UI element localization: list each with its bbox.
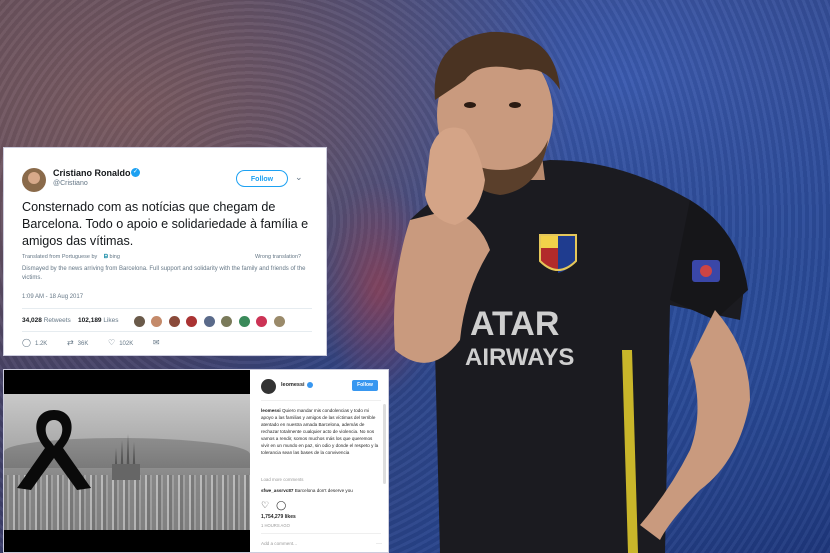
comment-username[interactable]: sfwe_assrvc87 (261, 488, 293, 493)
liker-avatars (134, 314, 287, 327)
tweet-timestamp[interactable]: 1:09 AM - 18 Aug 2017 (22, 294, 83, 300)
wrong-translation-link[interactable]: Wrong translation? (255, 254, 301, 260)
retweet-count: 36K (77, 341, 89, 347)
bing-logo-icon: ᗷ (104, 254, 108, 260)
sagrada-familia-icon (112, 434, 140, 480)
translated-from-label: Translated from Portuguese by (22, 254, 98, 260)
heart-icon[interactable]: ♡ (261, 500, 269, 510)
avatar[interactable] (151, 316, 163, 327)
player-figure: ATAR AIRWAYS (394, 31, 750, 553)
reply-count: 1.2K (34, 341, 48, 347)
avatar[interactable] (238, 316, 250, 327)
message-button[interactable]: ✉ (153, 338, 164, 347)
instagram-card: leomessi Follow leomessi Quiero mandar m… (3, 369, 389, 553)
translator-name[interactable]: ᗷ bing (104, 254, 120, 261)
comment: sfwe_assrvc87 Barcelona don't deserve yo… (261, 488, 381, 493)
avatar[interactable] (273, 316, 285, 327)
retweets-label: Retweets (43, 317, 71, 324)
avatar[interactable] (168, 316, 180, 327)
divider (261, 400, 381, 401)
chevron-down-icon[interactable]: ⌄ (295, 172, 303, 183)
divider (261, 533, 381, 534)
instagram-likes[interactable]: 1,754,279 likes (261, 514, 296, 520)
tweet-stats: 34,028 Retweets 102,189 Likes (22, 317, 119, 324)
avatar[interactable] (134, 316, 145, 327)
reply-button[interactable]: ◯ 1.2K (22, 338, 47, 347)
add-comment-input[interactable]: Add a comment... (261, 541, 297, 546)
tweet-avatar[interactable] (22, 168, 46, 192)
tweet-actions: ◯ 1.2K ⇄ 36K ♡ 102K ✉ (22, 338, 182, 347)
likes-count[interactable]: 102,189 (78, 317, 102, 324)
instagram-username[interactable]: leomessi (281, 382, 305, 388)
retweets-count[interactable]: 34,028 (22, 317, 42, 324)
heart-icon: ♡ (108, 338, 116, 347)
verified-icon (307, 382, 313, 388)
likes-label: Likes (103, 317, 119, 324)
instagram-actions: ♡ ◯ (261, 500, 293, 511)
instagram-time: 1 HOURS AGO (261, 523, 290, 528)
avatar[interactable] (221, 316, 233, 327)
avatar[interactable] (186, 316, 198, 327)
translator-label: bing (109, 254, 120, 260)
like-button[interactable]: ♡ 102K (108, 338, 133, 347)
comment-icon[interactable]: ◯ (276, 500, 286, 510)
tweet-text: Consternado com as notícias que chegam d… (22, 200, 309, 248)
reply-icon: ◯ (22, 338, 31, 347)
tweet-author-handle[interactable]: @Cristiano (53, 180, 88, 187)
tweet-translation: Dismayed by the news arriving from Barce… (22, 266, 306, 281)
divider (22, 308, 312, 309)
caption-username[interactable]: leomessi (261, 408, 281, 413)
avatar[interactable] (261, 379, 276, 394)
load-more-comments-link[interactable]: Load more comments (261, 477, 303, 482)
tweet-card: Cristiano Ronaldo ✓ @Cristiano Follow ⌄ … (3, 147, 327, 356)
caption-text: Quiero mandar mis condolencias y todo mi… (261, 408, 379, 455)
comment-text: Barcelona don't deserve you (294, 488, 353, 493)
instagram-sidebar: leomessi Follow leomessi Quiero mandar m… (252, 370, 388, 552)
avatar[interactable] (256, 316, 268, 327)
tweet-follow-button[interactable]: Follow (236, 170, 288, 187)
retweet-button[interactable]: ⇄ 36K (67, 338, 88, 347)
mourning-ribbon-icon (17, 410, 91, 490)
svg-text:ATAR: ATAR (470, 305, 559, 343)
instagram-follow-button[interactable]: Follow (352, 380, 378, 391)
envelope-icon: ✉ (152, 338, 160, 347)
instagram-photo[interactable] (4, 370, 250, 552)
retweet-icon: ⇄ (66, 338, 74, 347)
more-options-icon[interactable]: ··· (376, 541, 382, 547)
like-count: 102K (119, 341, 134, 347)
instagram-caption: leomessi Quiero mandar mis condolencias … (261, 407, 379, 456)
verified-icon: ✓ (131, 168, 140, 177)
scrollbar[interactable] (383, 404, 386, 484)
svg-text:AIRWAYS: AIRWAYS (465, 344, 574, 371)
tweet-author-name[interactable]: Cristiano Ronaldo (53, 168, 131, 178)
divider (22, 331, 312, 332)
avatar[interactable] (203, 316, 215, 327)
